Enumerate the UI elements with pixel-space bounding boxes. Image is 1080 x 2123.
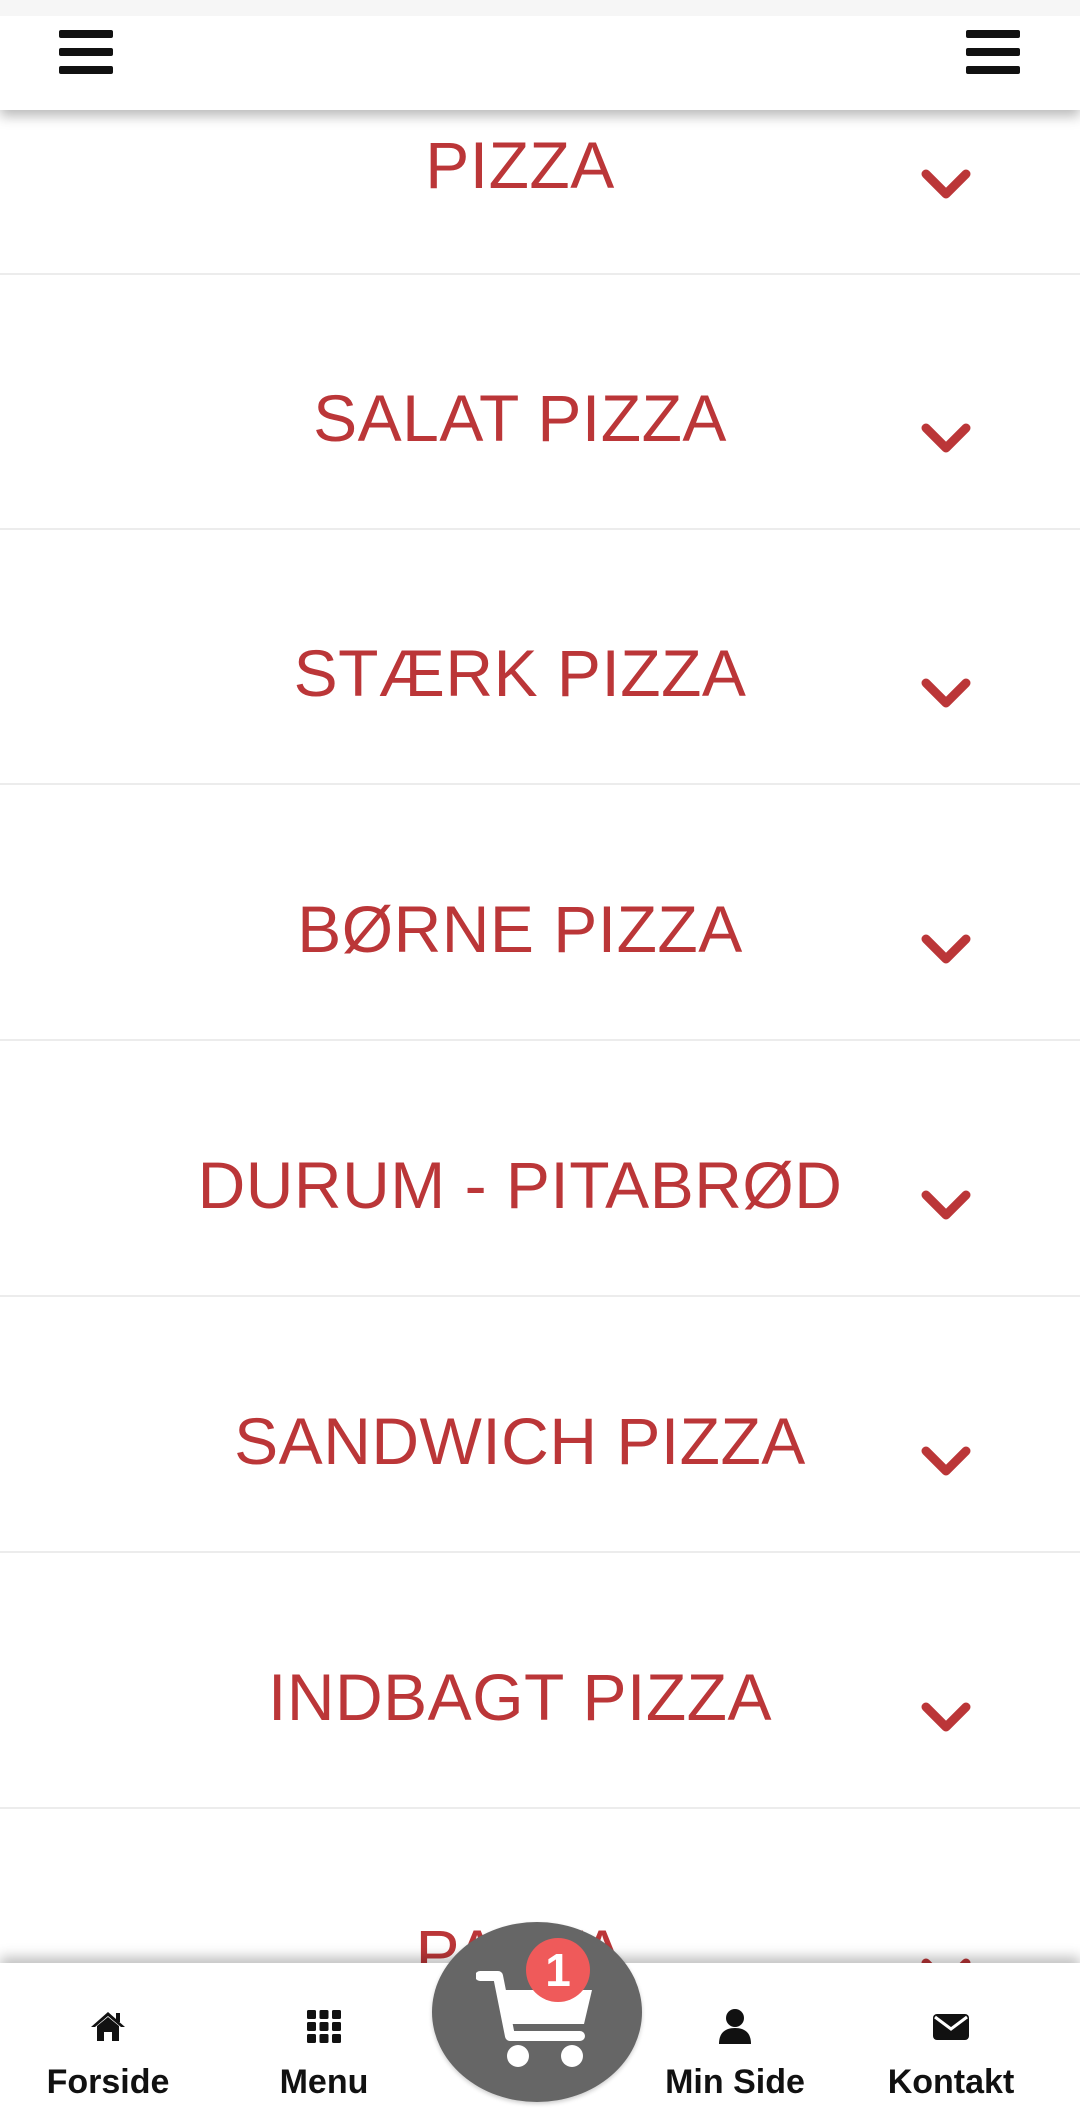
category-salat-pizza[interactable]: SALAT PIZZA <box>0 275 1080 530</box>
chevron-down-icon <box>921 934 971 964</box>
hamburger-icon[interactable] <box>59 30 113 74</box>
category-label: SANDWICH PIZZA <box>234 1404 806 1478</box>
cart-button[interactable]: 1 <box>432 1922 642 2102</box>
nav-label: Min Side <box>665 2063 805 2101</box>
envelope-icon <box>933 2014 969 2040</box>
top-bar <box>0 0 1080 110</box>
category-indbagt-pizza[interactable]: INDBAGT PIZZA <box>0 1554 1080 1809</box>
category-label: PIZZA <box>425 128 615 202</box>
nav-forside[interactable]: Forside <box>8 1963 208 2123</box>
chevron-down-icon <box>921 1446 971 1476</box>
user-icon <box>719 2009 751 2044</box>
category-label: BØRNE PIZZA <box>297 892 743 966</box>
chevron-down-icon <box>921 1702 971 1732</box>
nav-kontakt[interactable]: Kontakt <box>851 1963 1051 2123</box>
category-label: DURUM - PITABRØD <box>197 1148 843 1222</box>
status-strip <box>0 0 1080 16</box>
nav-label: Forside <box>46 2063 170 2101</box>
nav-label: Kontakt <box>887 2063 1015 2101</box>
hamburger-icon[interactable] <box>966 30 1020 74</box>
category-durum-pitabrod[interactable]: DURUM - PITABRØD <box>0 1042 1080 1297</box>
cart-count-badge: 1 <box>526 1938 590 2002</box>
nav-label: Menu <box>279 2063 369 2101</box>
category-staerk-pizza[interactable]: STÆRK PIZZA <box>0 530 1080 785</box>
chevron-down-icon <box>921 1190 971 1220</box>
nav-min-side[interactable]: Min Side <box>635 1963 835 2123</box>
home-icon <box>91 2012 125 2041</box>
category-label: SALAT PIZZA <box>313 381 727 455</box>
category-sandwich-pizza[interactable]: SANDWICH PIZZA <box>0 1298 1080 1553</box>
chevron-down-icon <box>921 423 971 453</box>
category-label: STÆRK PIZZA <box>293 636 747 710</box>
chevron-down-icon <box>921 169 971 199</box>
nav-menu[interactable]: Menu <box>224 1963 424 2123</box>
grid-icon <box>307 2010 341 2043</box>
category-label: INDBAGT PIZZA <box>267 1660 772 1734</box>
category-borne-pizza[interactable]: BØRNE PIZZA <box>0 786 1080 1041</box>
chevron-down-icon <box>921 678 971 708</box>
